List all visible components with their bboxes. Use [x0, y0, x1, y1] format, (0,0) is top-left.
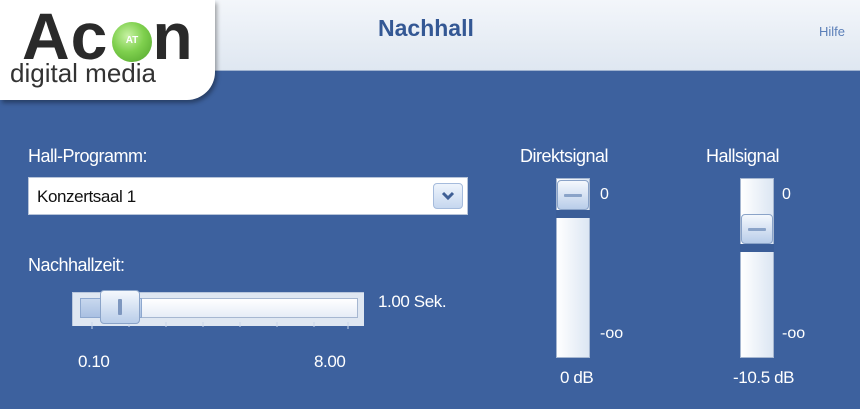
- reverb-time-max-label: 8.00: [314, 352, 346, 371]
- logo-dot-text: AT: [125, 35, 139, 46]
- direct-signal-slider-thumb[interactable]: [557, 180, 589, 210]
- reverb-signal-value: -10.5 dB: [733, 368, 795, 387]
- page-title: Nachhall: [378, 15, 474, 41]
- reverb-time-slider-thumb[interactable]: [100, 290, 140, 324]
- reverb-time-label: Nachhallzeit:: [28, 255, 125, 275]
- reverb-signal-bottom-label: -oo: [782, 325, 806, 342]
- direct-signal-label: Direktsignal: [520, 146, 609, 166]
- reverb-signal-slider-gap: [740, 244, 774, 252]
- direct-signal-bottom-label: -oo: [600, 325, 624, 342]
- reverb-program-value: Konzertsaal 1: [37, 187, 136, 206]
- direct-signal-value: 0 dB: [560, 368, 594, 387]
- logo-text-end: n: [152, 0, 194, 73]
- help-link[interactable]: Hilfe: [819, 24, 845, 39]
- reverb-time-value: 1.00 Sek.: [378, 292, 447, 311]
- chevron-down-icon: [441, 191, 455, 201]
- logo-panel: Ac n AT digital media: [0, 0, 215, 100]
- reverb-time-min-label: 0.10: [78, 352, 110, 371]
- logo-dot-icon: AT: [112, 22, 152, 62]
- logo-subtitle: digital media: [10, 58, 156, 88]
- direct-signal-slider-gap: [556, 210, 590, 218]
- reverb-signal-slider-thumb[interactable]: [741, 214, 773, 244]
- reverb-program-label: Hall-Programm:: [28, 146, 148, 166]
- dropdown-button[interactable]: [433, 183, 463, 209]
- reverb-signal-slider-track[interactable]: [740, 178, 774, 358]
- reverb-signal-top-label: 0: [782, 186, 791, 203]
- reverb-program-select[interactable]: Konzertsaal 1: [28, 177, 468, 215]
- reverb-signal-label: Hallsignal: [706, 146, 780, 166]
- direct-signal-top-label: 0: [600, 186, 609, 203]
